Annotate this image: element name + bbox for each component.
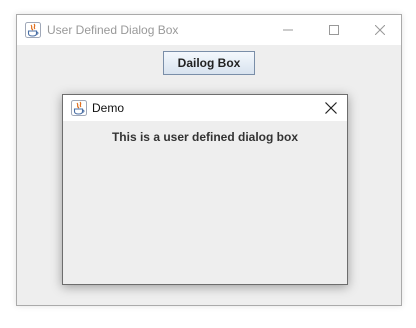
close-icon — [375, 25, 385, 35]
maximize-button[interactable] — [311, 15, 357, 45]
main-titlebar[interactable]: User Defined Dialog Box — [17, 15, 401, 45]
dialog-title: Demo — [92, 101, 125, 115]
java-app-icon — [25, 22, 41, 38]
close-button[interactable] — [357, 15, 403, 45]
dialog-message: This is a user defined dialog box — [111, 130, 299, 144]
dialog-close-button[interactable] — [321, 99, 341, 117]
close-icon — [325, 102, 337, 114]
dialog-titlebar[interactable]: Demo — [63, 95, 347, 121]
java-app-icon — [71, 100, 87, 116]
demo-dialog: Demo This is a user defined dialog box — [62, 94, 348, 285]
minimize-button[interactable] — [265, 15, 311, 45]
dialog-box-button[interactable]: Dailog Box — [163, 51, 255, 75]
window-title: User Defined Dialog Box — [47, 23, 179, 37]
maximize-icon — [329, 25, 339, 35]
minimize-icon — [283, 29, 293, 31]
